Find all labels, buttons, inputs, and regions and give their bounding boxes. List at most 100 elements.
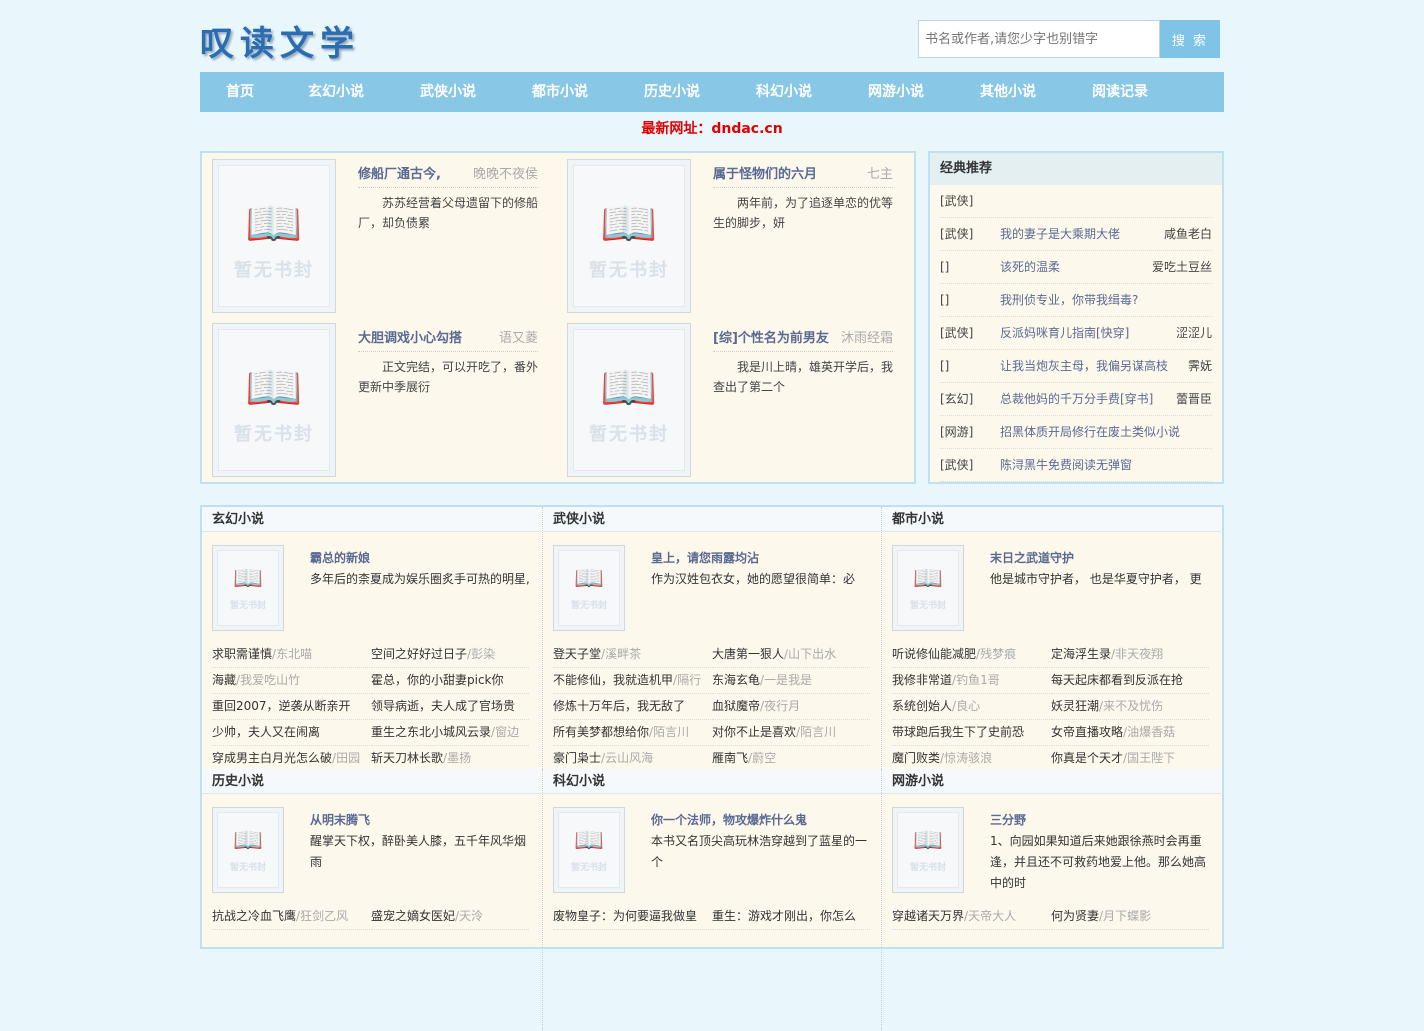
list-item-title[interactable]: 雁南飞	[712, 751, 748, 765]
recommend-category[interactable]: [玄幻]	[940, 383, 973, 415]
search-input[interactable]	[918, 20, 1160, 58]
recommend-category[interactable]: []	[940, 350, 949, 382]
book-cover[interactable]: 📖 暂无书封	[212, 323, 336, 477]
book-cover[interactable]: 📖 暂无书封	[567, 159, 691, 313]
book-cover[interactable]: 📖 暂无书封	[212, 545, 284, 631]
list-item-author[interactable]: 非天夜翔	[1115, 647, 1163, 661]
category-top-title[interactable]: 皇上，请您雨露均沾	[651, 549, 759, 566]
list-item-author[interactable]: 天帝大人	[968, 909, 1016, 923]
recommend-title[interactable]: 招黑体质开局修行在废土类似小说	[1000, 416, 1180, 448]
recommend-title[interactable]: 让我当炮灰主母，我偏另谋高枝	[1000, 350, 1168, 382]
list-item-author[interactable]: 东北喵	[276, 647, 312, 661]
nav-xuanhuan[interactable]: 玄幻小说	[308, 72, 364, 112]
list-item-title[interactable]: 抗战之冷血飞鹰	[212, 909, 296, 923]
recommend-category[interactable]: [武侠]	[940, 218, 973, 250]
list-item-title[interactable]: 系统创始人	[892, 699, 952, 713]
list-item-title[interactable]: 女帝直播攻略	[1051, 725, 1123, 739]
list-item-title[interactable]: 你真是个天才	[1051, 751, 1123, 765]
list-item-title[interactable]: 盛宠之嫡女医妃	[371, 909, 455, 923]
list-item-author[interactable]: 蔚空	[752, 751, 776, 765]
list-item-author[interactable]: 隔行	[677, 673, 701, 687]
recommend-category[interactable]: []	[940, 284, 949, 316]
list-item-title[interactable]: 听说修仙能减肥	[892, 647, 976, 661]
recommend-title[interactable]: 反派妈咪育儿指南[快穿]	[1000, 317, 1129, 349]
list-item-author[interactable]: 田园	[336, 751, 360, 765]
list-item-title[interactable]: 少帅，夫人又在闹离	[212, 725, 320, 739]
search-button[interactable]: 搜 索	[1160, 20, 1220, 58]
recommend-title[interactable]: 我的妻子是大乘期大佬	[1000, 218, 1120, 250]
list-item-title[interactable]: 定海浮生录	[1051, 647, 1111, 661]
book-cover[interactable]: 📖 暂无书封	[212, 807, 284, 893]
list-item-title[interactable]: 求职需谨慎	[212, 647, 272, 661]
book-cover[interactable]: 📖 暂无书封	[567, 323, 691, 477]
list-item-title[interactable]: 重生：游戏才刚出，你怎么	[712, 909, 856, 923]
list-item-title[interactable]: 登天子堂	[553, 647, 601, 661]
recommend-category[interactable]: [武侠]	[940, 317, 973, 349]
list-item-author[interactable]: 狂剑乙风	[300, 909, 348, 923]
list-item-title[interactable]: 废物皇子：为何要逼我做皇	[553, 909, 697, 923]
list-item-author[interactable]: 山下出水	[788, 647, 836, 661]
list-item-title[interactable]: 重生之东北小城风云录	[371, 725, 491, 739]
list-item-title[interactable]: 血狱魔帝	[712, 699, 760, 713]
list-item-author[interactable]: 惊涛骇浪	[944, 751, 992, 765]
list-item-title[interactable]: 斩天刀林长歌	[371, 751, 443, 765]
category-top-title[interactable]: 霸总的新娘	[310, 549, 370, 566]
site-logo[interactable]: 叹读文学	[200, 16, 360, 65]
list-item-title[interactable]: 空间之好好过日子	[371, 647, 467, 661]
list-item-title[interactable]: 带球跑后我生下了史前恐	[892, 725, 1024, 739]
category-top-title[interactable]: 末日之武道守护	[990, 549, 1074, 566]
hot-book-title[interactable]: 大胆调戏小心勾搭	[358, 331, 462, 346]
recommend-title[interactable]: 我刑侦专业，你带我缉毒?	[1000, 284, 1138, 316]
book-cover[interactable]: 📖 暂无书封	[553, 545, 625, 631]
nav-kehuan[interactable]: 科幻小说	[756, 72, 812, 112]
recommend-category[interactable]: []	[940, 251, 949, 283]
list-item-author[interactable]: 窗边	[495, 725, 519, 739]
book-cover[interactable]: 📖 暂无书封	[892, 545, 964, 631]
list-item-title[interactable]: 魔门败类	[892, 751, 940, 765]
list-item-title[interactable]: 我修非常道	[892, 673, 952, 687]
nav-qita[interactable]: 其他小说	[980, 72, 1036, 112]
category-top-title[interactable]: 你一个法师，物攻爆炸什么鬼	[651, 811, 807, 828]
list-item-title[interactable]: 所有美梦都想给你	[553, 725, 649, 739]
list-item-title[interactable]: 修炼十万年后，我无敌了	[553, 699, 685, 713]
list-item-author[interactable]: 国王陛下	[1127, 751, 1175, 765]
book-cover[interactable]: 📖 暂无书封	[212, 159, 336, 313]
list-item-author[interactable]: 钓鱼1哥	[956, 673, 1000, 687]
nav-wangyou[interactable]: 网游小说	[868, 72, 924, 112]
list-item-title[interactable]: 重回2007，逆袭从断亲开	[212, 699, 351, 713]
list-item-author[interactable]: 天泠	[459, 909, 483, 923]
recommend-category[interactable]: [武侠]	[940, 185, 973, 217]
list-item-title[interactable]: 对你不止是喜欢	[712, 725, 796, 739]
book-cover[interactable]: 📖 暂无书封	[553, 807, 625, 893]
list-item-author[interactable]: 来不及忧伤	[1103, 699, 1163, 713]
list-item-author[interactable]: 残梦痕	[980, 647, 1016, 661]
list-item-title[interactable]: 霍总，你的小甜妻pick你	[371, 673, 504, 687]
list-item-title[interactable]: 大唐第一狠人	[712, 647, 784, 661]
list-item-author[interactable]: 陌言川	[653, 725, 689, 739]
nav-lishi[interactable]: 历史小说	[644, 72, 700, 112]
recommend-title[interactable]: 陈浔黑牛免费阅读无弹窗	[1000, 449, 1132, 481]
list-item-author[interactable]: 油爆香菇	[1127, 725, 1175, 739]
list-item-title[interactable]: 不能修仙，我就造机甲	[553, 673, 673, 687]
list-item-author[interactable]: 我爱吃山竹	[240, 673, 300, 687]
list-item-author[interactable]: 月下蝶影	[1103, 909, 1151, 923]
list-item-title[interactable]: 海藏	[212, 673, 236, 687]
list-item-title[interactable]: 领导病逝，夫人成了官场贵	[371, 699, 515, 713]
list-item-title[interactable]: 每天起床都看到反派在抢	[1051, 673, 1183, 687]
hot-book-title[interactable]: 修船厂通古今,	[358, 167, 441, 182]
nav-wuxia[interactable]: 武侠小说	[420, 72, 476, 112]
category-top-title[interactable]: 三分野	[990, 811, 1026, 828]
hot-book-title[interactable]: [综]个性名为前男友	[713, 331, 829, 346]
nav-reading-history[interactable]: 阅读记录	[1092, 72, 1148, 112]
category-top-title[interactable]: 从明末腾飞	[310, 811, 370, 828]
recommend-title[interactable]: 总裁他妈的千万分手费[穿书]	[1000, 383, 1153, 415]
hot-book-title[interactable]: 属于怪物们的六月	[713, 167, 817, 182]
list-item-author[interactable]: 陌言川	[800, 725, 836, 739]
nav-dushi[interactable]: 都市小说	[532, 72, 588, 112]
list-item-author[interactable]: 溪畔茶	[605, 647, 641, 661]
nav-home[interactable]: 首页	[226, 72, 254, 112]
list-item-title[interactable]: 穿越诸天万界	[892, 909, 964, 923]
list-item-author[interactable]: 夜行月	[764, 699, 800, 713]
list-item-title[interactable]: 穿成男主白月光怎么破	[212, 751, 332, 765]
recommend-title[interactable]: 该死的温柔	[1000, 251, 1060, 283]
